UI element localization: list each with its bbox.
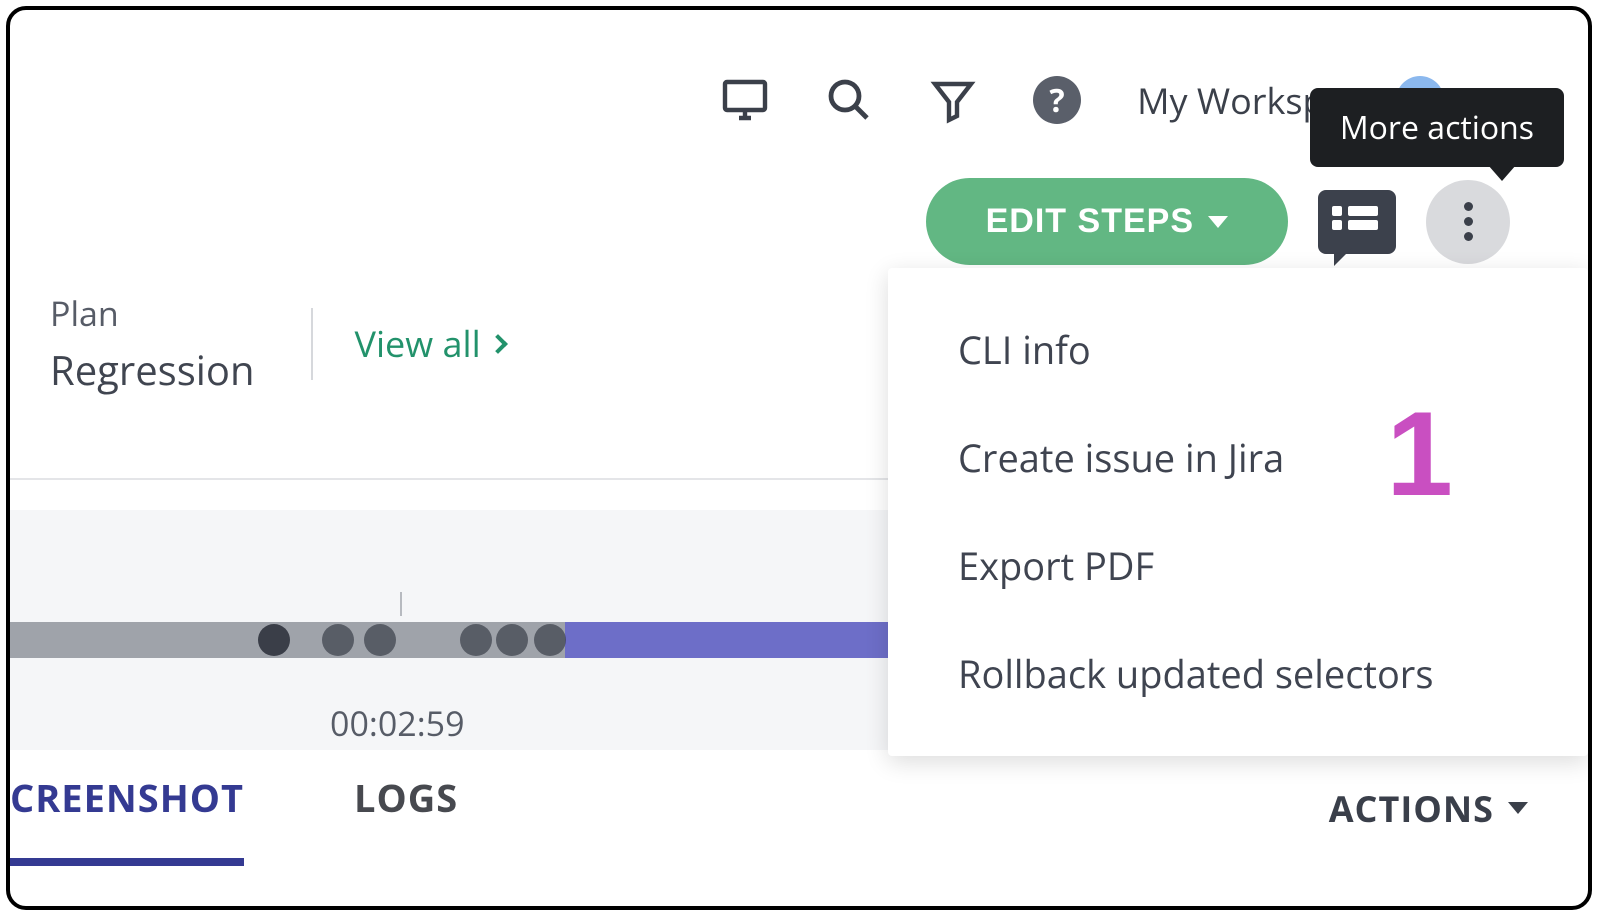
more-actions-menu: CLI info Create issue in Jira Export PDF… xyxy=(888,268,1588,756)
comments-icon[interactable] xyxy=(1318,190,1396,254)
callout-annotation-1: 1 xyxy=(1386,385,1453,523)
action-row: EDIT STEPS xyxy=(926,178,1510,265)
plan-value: Regression xyxy=(50,342,255,397)
actions-dropdown[interactable]: ACTIONS xyxy=(1329,784,1528,833)
caret-down-icon xyxy=(1208,216,1228,228)
view-all-link[interactable]: View all xyxy=(355,319,505,368)
app-window: More actions ? My Workspace xyxy=(6,6,1592,910)
menu-item-cli-info[interactable]: CLI info xyxy=(888,296,1588,404)
edit-steps-label: EDIT STEPS xyxy=(986,202,1194,241)
timeline-marker[interactable] xyxy=(534,624,566,656)
vertical-dots-icon xyxy=(1464,217,1473,226)
search-icon[interactable] xyxy=(825,76,873,124)
view-all-label: View all xyxy=(355,319,481,368)
timeline-marker[interactable] xyxy=(460,624,492,656)
timeline-marker[interactable] xyxy=(364,624,396,656)
menu-item-export-pdf[interactable]: Export PDF xyxy=(888,512,1588,620)
chevron-right-icon xyxy=(488,334,508,354)
display-monitor-icon[interactable] xyxy=(721,76,769,124)
menu-item-rollback-selectors[interactable]: Rollback updated selectors xyxy=(888,620,1588,728)
timeline-time-label: 00:02:59 xyxy=(330,700,465,746)
timeline-marker[interactable] xyxy=(496,624,528,656)
more-actions-button[interactable] xyxy=(1426,180,1510,264)
actions-label: ACTIONS xyxy=(1329,784,1494,833)
filter-icon[interactable] xyxy=(929,76,977,124)
caret-down-icon xyxy=(1508,802,1528,814)
edit-steps-button[interactable]: EDIT STEPS xyxy=(926,178,1288,265)
timeline-tick xyxy=(400,592,402,616)
menu-item-create-jira[interactable]: Create issue in Jira xyxy=(888,404,1588,512)
help-icon[interactable]: ? xyxy=(1033,76,1081,124)
vertical-divider xyxy=(311,308,313,380)
timeline-marker[interactable] xyxy=(258,624,290,656)
plan-block: Plan Regression xyxy=(50,290,255,397)
tabs-left: CREENSHOT LOGS xyxy=(10,772,458,844)
timeline-marker[interactable] xyxy=(322,624,354,656)
more-actions-tooltip: More actions xyxy=(1310,88,1564,167)
tab-logs[interactable]: LOGS xyxy=(354,772,458,844)
tab-screenshot[interactable]: CREENSHOT xyxy=(10,772,244,844)
plan-label: Plan xyxy=(50,290,255,336)
bottom-tabs: CREENSHOT LOGS ACTIONS xyxy=(10,772,1528,844)
